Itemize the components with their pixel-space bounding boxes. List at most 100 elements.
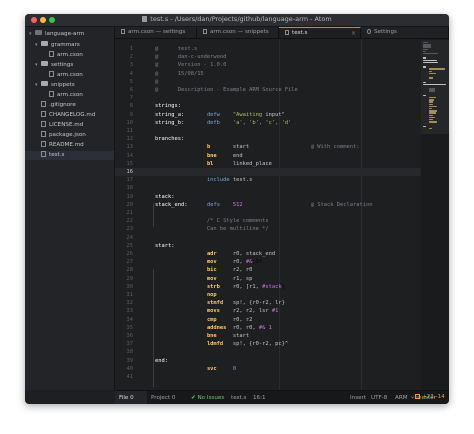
line-text: movs r2, r2, lsr #1 — [206, 308, 279, 315]
grammar-selector[interactable]: ARM — [395, 391, 408, 404]
code-line[interactable]: 25 start: — [115, 242, 421, 250]
code-line[interactable]: 21 — [115, 209, 421, 217]
line-number: 28 — [126, 267, 134, 274]
line-number: 40 — [126, 365, 134, 372]
linter-status[interactable]: ✔ No Issues — [191, 391, 224, 404]
code-line[interactable]: 20 stack_end: defs 512 @ Stack Declaratio… — [115, 201, 421, 209]
file-count[interactable]: File 0 — [119, 391, 134, 404]
line-number: 41 — [126, 374, 134, 380]
code-line[interactable]: 11 — [115, 127, 421, 135]
tab-arm-cson-settings[interactable]: arm.cson — settings — [115, 27, 197, 38]
tree-view: ▾ language-arm ▾ grammars arm.cson ▾ settin… — [25, 27, 115, 390]
code-line[interactable]: 2 @ dan-c-underwood — [115, 53, 421, 61]
tree-folder-settings[interactable]: ▾ settings — [35, 61, 73, 70]
line-number: 31 — [126, 292, 134, 298]
tree-folder-grammars[interactable]: ▾ grammars — [35, 41, 80, 50]
close-tab-icon[interactable]: × — [351, 28, 356, 39]
code-line[interactable]: 1 @ test.s — [115, 45, 421, 53]
line-text: bne end — [206, 152, 243, 159]
code-line[interactable]: 3 @ Version - 1.0.0 — [115, 61, 421, 69]
cursor-position[interactable]: 16:1 — [253, 391, 266, 404]
editor-mode[interactable]: Insert — [350, 391, 366, 404]
tree-file-test-s[interactable]: test.s — [25, 151, 114, 160]
code-line[interactable]: 17 include test.s — [115, 176, 421, 184]
tree-file-gitignore[interactable]: .gitignore — [41, 101, 76, 110]
code-line[interactable]: 19 stack: — [115, 193, 421, 201]
code-line[interactable]: 18 — [115, 184, 421, 192]
line-text: adr r0, stack_end — [206, 251, 276, 257]
atom-window: test.s - /Users/dan/Projects/github/lang… — [25, 14, 449, 404]
tree-item-label: test.s — [49, 152, 65, 158]
code-line[interactable]: 36 bne start — [115, 332, 421, 340]
code-line[interactable]: 39 end: — [115, 357, 421, 365]
code-line[interactable]: 15 bl linked_place — [115, 160, 421, 168]
tree-file-snippets-arm-cson[interactable]: arm.cson — [49, 91, 83, 100]
code-line[interactable]: 12 branches: — [115, 135, 421, 143]
code-line[interactable]: 14 bne end — [115, 152, 421, 160]
file-icon — [49, 71, 54, 77]
code-line[interactable]: 37 ldmfd sp!, {r0-r2, pc}^ — [115, 340, 421, 348]
minimap[interactable] — [421, 39, 449, 390]
line-number: 38 — [126, 349, 134, 356]
tree-file-settings-arm-cson[interactable]: arm.cson — [49, 71, 83, 80]
line-number: 18 — [126, 185, 134, 192]
code-line[interactable]: 10 string_b: defb 'a', 'b', 'c', 'd' — [115, 119, 421, 127]
minimap-visible-area[interactable] — [421, 40, 449, 134]
tree-folder-snippets[interactable]: ▾ snippets — [35, 81, 75, 90]
code-line[interactable]: 22 /* C Style comments — [115, 217, 421, 225]
file-icon — [142, 16, 148, 22]
code-line[interactable]: 32 stmfd sp!, {r0-r2, lr} — [115, 299, 421, 307]
tab-label: arm.cson — snippets — [210, 29, 269, 35]
code-line[interactable]: 33 movs r2, r2, lsr #1 — [115, 307, 421, 315]
code-line[interactable]: 6 @ Description - Example ARM Source File — [115, 86, 421, 94]
tree-item-label: README.md — [49, 142, 84, 148]
code-line[interactable]: 41 — [115, 373, 421, 381]
code-line[interactable]: 24 — [115, 234, 421, 242]
status-file-name[interactable]: test.s — [231, 391, 246, 404]
tree-file-grammars-arm-cson[interactable]: arm.cson — [49, 51, 83, 60]
line-number: 30 — [126, 283, 134, 290]
code-line[interactable]: 9 string_a: defw "Awaiting input" — [115, 111, 421, 119]
code-editor[interactable]: 1 @ test.s 2 @ dan-c-underwood 3 @ Version - … — [115, 39, 421, 390]
line-text: include test.s — [206, 177, 253, 184]
code-line[interactable]: 16 — [115, 168, 421, 177]
code-line[interactable]: 29 mov r1, sp — [115, 275, 421, 283]
code-line[interactable]: 8 strings: — [115, 102, 421, 110]
line-text: @ Description - Example ARM Source File — [155, 87, 298, 93]
code-line[interactable]: 31 nop — [115, 291, 421, 299]
tree-item-label: arm.cson — [57, 92, 83, 98]
tree-file-changelog[interactable]: CHANGELOG.md — [41, 111, 95, 120]
code-line[interactable]: 38 — [115, 348, 421, 356]
tree-root[interactable]: ▾ language-arm — [29, 30, 84, 39]
code-line[interactable]: 35 addnes r0, r0, #&;1 — [115, 324, 421, 332]
line-text: addnes r0, r0, #&;1 — [206, 324, 272, 331]
line-number: 27 — [126, 259, 134, 266]
tree-file-readme[interactable]: README.md — [41, 141, 84, 150]
code-line[interactable]: 30 strb r0, [r1, #stack] — [115, 283, 421, 291]
tree-file-package-json[interactable]: package.json — [41, 131, 86, 140]
code-line[interactable]: 5 @ — [115, 78, 421, 86]
code-line[interactable]: 34 cmp r0, r2 — [115, 316, 421, 324]
code-line[interactable]: 4 @ 15/08/15 — [115, 70, 421, 78]
line-number: 10 — [126, 119, 134, 126]
code-line[interactable]: 27 mov r0, #&;3f — [115, 258, 421, 266]
line-text: @ test.s — [155, 46, 198, 52]
encoding-selector[interactable]: UTF-8 — [371, 391, 387, 404]
line-text: stack: — [155, 193, 175, 200]
code-line[interactable]: 13 b start @ With comment: — [115, 143, 421, 151]
line-number: 36 — [126, 333, 134, 339]
tab-arm-cson-snippets[interactable]: arm.cson — snippets — [197, 27, 279, 38]
project-count[interactable]: Project 0 — [151, 391, 175, 404]
code-line[interactable]: 26 adr r0, stack_end — [115, 250, 421, 258]
window-title-text: test.s - /Users/dan/Projects/github/lang… — [150, 15, 332, 23]
tree-file-license[interactable]: LICENSE.md — [41, 121, 83, 130]
tab-settings[interactable]: Settings — [361, 27, 449, 38]
code-line[interactable]: 7 — [115, 94, 421, 102]
code-line[interactable]: 28 bic r2, r0 — [115, 266, 421, 274]
tree-root-label: language-arm — [45, 31, 85, 37]
code-line[interactable]: 40 svc 0 — [115, 365, 421, 373]
code-line[interactable]: 23 Can be multiline */ — [115, 225, 421, 233]
line-text: strb r0, [r1, #stack] — [206, 283, 285, 290]
tab-test-s[interactable]: test.s × — [279, 27, 361, 38]
git-diff-status[interactable]: +23,-14 — [415, 390, 445, 404]
